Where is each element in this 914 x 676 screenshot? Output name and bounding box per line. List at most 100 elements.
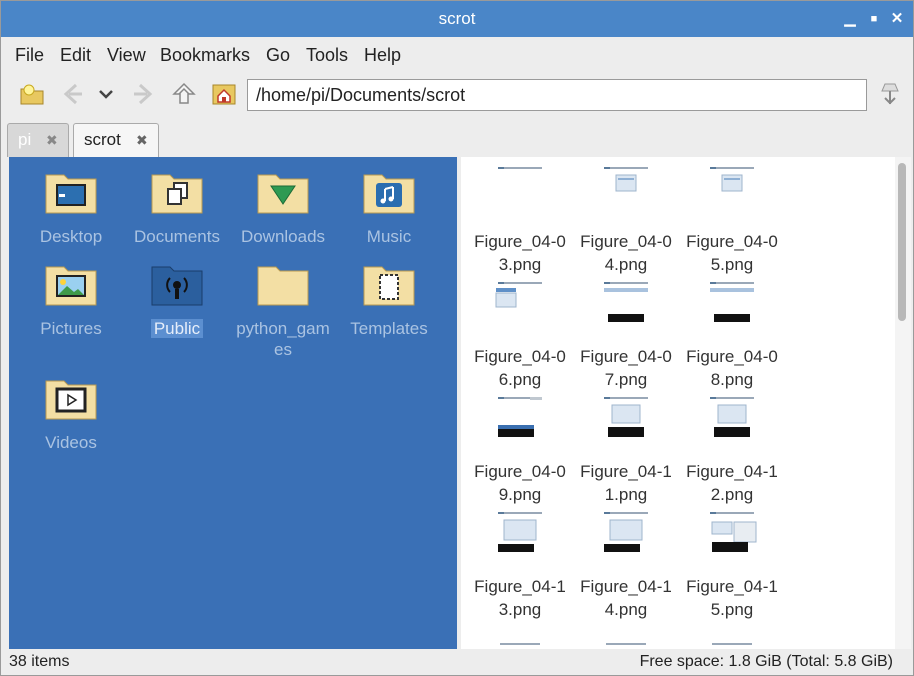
templates-icon: [363, 266, 415, 306]
file-item-partial[interactable]: [679, 627, 785, 649]
videos-icon: [45, 380, 97, 420]
image-thumbnail-icon: [606, 643, 646, 645]
image-thumbnail-icon: [495, 282, 542, 308]
file-name-line1: Figure_04-1: [580, 462, 672, 481]
history-dropdown-icon[interactable]: [93, 81, 119, 107]
folder-documents[interactable]: Documents: [125, 169, 229, 247]
tab-bar: pi ✖ scrot ✖: [1, 119, 913, 157]
file-name-line1: Figure_04-1: [686, 577, 778, 596]
file-name-line2: 5.png: [710, 600, 754, 619]
file-name-line2: 6.png: [498, 370, 542, 389]
file-name-line1: Figure_04-0: [474, 347, 566, 366]
folder-public[interactable]: Public: [125, 261, 229, 339]
folder-desktop[interactable]: Desktop: [19, 169, 123, 247]
music-icon: [363, 174, 415, 214]
file-name-line1: Figure_04-0: [580, 232, 672, 251]
tab-label: scrot: [84, 130, 121, 149]
file-name-line2: 3.png: [498, 255, 542, 274]
file-item[interactable]: Figure_04-0 9.png: [467, 395, 573, 506]
vertical-scrollbar[interactable]: [895, 157, 911, 649]
close-icon[interactable]: ✖: [46, 124, 58, 156]
file-name-line1: Figure_04-0: [474, 462, 566, 481]
back-icon[interactable]: [59, 81, 85, 107]
file-name-line2: 2.png: [710, 485, 754, 504]
menu-help[interactable]: Help: [364, 37, 401, 73]
image-thumbnail-icon: [500, 643, 540, 645]
file-item-partial[interactable]: [573, 627, 679, 649]
folder-label: Videos: [45, 433, 97, 452]
file-name-line2: 4.png: [604, 255, 648, 274]
folder-videos[interactable]: Videos: [19, 375, 123, 453]
menu-file[interactable]: File: [15, 37, 44, 73]
folder-label-wrap: es: [274, 340, 292, 359]
window-title: scrot: [438, 9, 476, 28]
file-list-pane: Figure_04-0 3.png Figure_04-0 4.png Figure_0…: [461, 157, 895, 649]
forward-icon[interactable]: [131, 81, 157, 107]
folder-downloads[interactable]: Downloads: [231, 169, 335, 247]
close-window-icon[interactable]: ✕: [886, 1, 908, 37]
image-thumbnail-icon: [604, 512, 648, 552]
home-icon[interactable]: [211, 81, 237, 107]
file-name-line2: 4.png: [604, 600, 648, 619]
folder-templates[interactable]: Templates: [337, 261, 441, 339]
tab-scrot[interactable]: scrot ✖: [73, 123, 159, 157]
up-folder-icon[interactable]: [171, 81, 197, 107]
image-thumbnail-icon: [498, 512, 542, 552]
new-tab-icon[interactable]: [19, 81, 45, 107]
item-count: 38 items: [9, 653, 70, 670]
folder-label: Desktop: [39, 227, 103, 246]
file-item[interactable]: Figure_04-1 3.png: [467, 510, 573, 621]
file-item[interactable]: Figure_04-0 5.png: [679, 165, 785, 276]
menu-go[interactable]: Go: [266, 37, 290, 73]
file-item[interactable]: Figure_04-0 4.png: [573, 165, 679, 276]
pictures-icon: [45, 266, 97, 306]
status-bar: 38 items Free space: 1.8 GiB (Total: 5.8…: [1, 649, 913, 675]
go-icon[interactable]: [877, 81, 903, 107]
minimize-icon[interactable]: ▁: [839, 1, 861, 37]
tab-pi[interactable]: pi ✖: [7, 123, 69, 157]
file-item[interactable]: Figure_04-0 6.png: [467, 280, 573, 391]
tab-label: pi: [18, 130, 32, 149]
file-item[interactable]: Figure_04-0 3.png: [467, 165, 573, 276]
file-name-line2: 5.png: [710, 255, 754, 274]
file-item[interactable]: Figure_04-1 2.png: [679, 395, 785, 506]
file-name-line1: Figure_04-0: [474, 232, 566, 251]
image-thumbnail-icon: [604, 167, 648, 192]
folder-music[interactable]: Music: [337, 169, 441, 247]
address-bar[interactable]: /home/pi/Documents/scrot: [247, 79, 867, 111]
menu-view[interactable]: View: [107, 37, 146, 73]
folder-python-games[interactable]: python_gam es: [231, 261, 335, 360]
menu-bookmarks[interactable]: Bookmarks: [160, 37, 250, 73]
file-item[interactable]: Figure_04-0 7.png: [573, 280, 679, 391]
image-thumbnail-icon: [710, 282, 754, 322]
title-bar[interactable]: scrot ▁ ■ ✕: [1, 1, 913, 37]
file-name-line1: Figure_04-0: [686, 232, 778, 251]
scrollbar-thumb[interactable]: [898, 163, 906, 321]
file-item[interactable]: Figure_04-1 5.png: [679, 510, 785, 621]
folder-label: Pictures: [40, 319, 102, 338]
file-name-line2: 3.png: [498, 600, 542, 619]
file-item[interactable]: Figure_04-0 8.png: [679, 280, 785, 391]
menu-tools[interactable]: Tools: [306, 37, 348, 73]
left-pane-folders: Desktop Documents Downloads Music Pictur…: [9, 157, 457, 649]
file-item[interactable]: Figure_04-1 1.png: [573, 395, 679, 506]
folder-label: Public: [150, 319, 204, 338]
folder-pictures[interactable]: Pictures: [19, 261, 123, 339]
file-name-line2: 8.png: [710, 370, 754, 389]
image-thumbnail-icon: [498, 167, 542, 169]
close-icon[interactable]: ✖: [136, 124, 148, 156]
menu-edit[interactable]: Edit: [60, 37, 91, 73]
file-name-line2: 1.png: [604, 485, 648, 504]
file-name-line1: Figure_04-1: [580, 577, 672, 596]
folder-label: python_gam: [236, 319, 330, 338]
file-name-line2: 7.png: [604, 370, 648, 389]
image-thumbnail-icon: [498, 397, 542, 437]
folder-label: Downloads: [240, 227, 326, 246]
file-name-line1: Figure_04-0: [686, 347, 778, 366]
image-thumbnail-icon: [710, 167, 754, 192]
image-thumbnail-icon: [710, 397, 754, 437]
maximize-icon[interactable]: ■: [863, 1, 885, 37]
file-item[interactable]: Figure_04-1 4.png: [573, 510, 679, 621]
file-name-line2: 9.png: [498, 485, 542, 504]
file-item-partial[interactable]: [467, 627, 573, 649]
